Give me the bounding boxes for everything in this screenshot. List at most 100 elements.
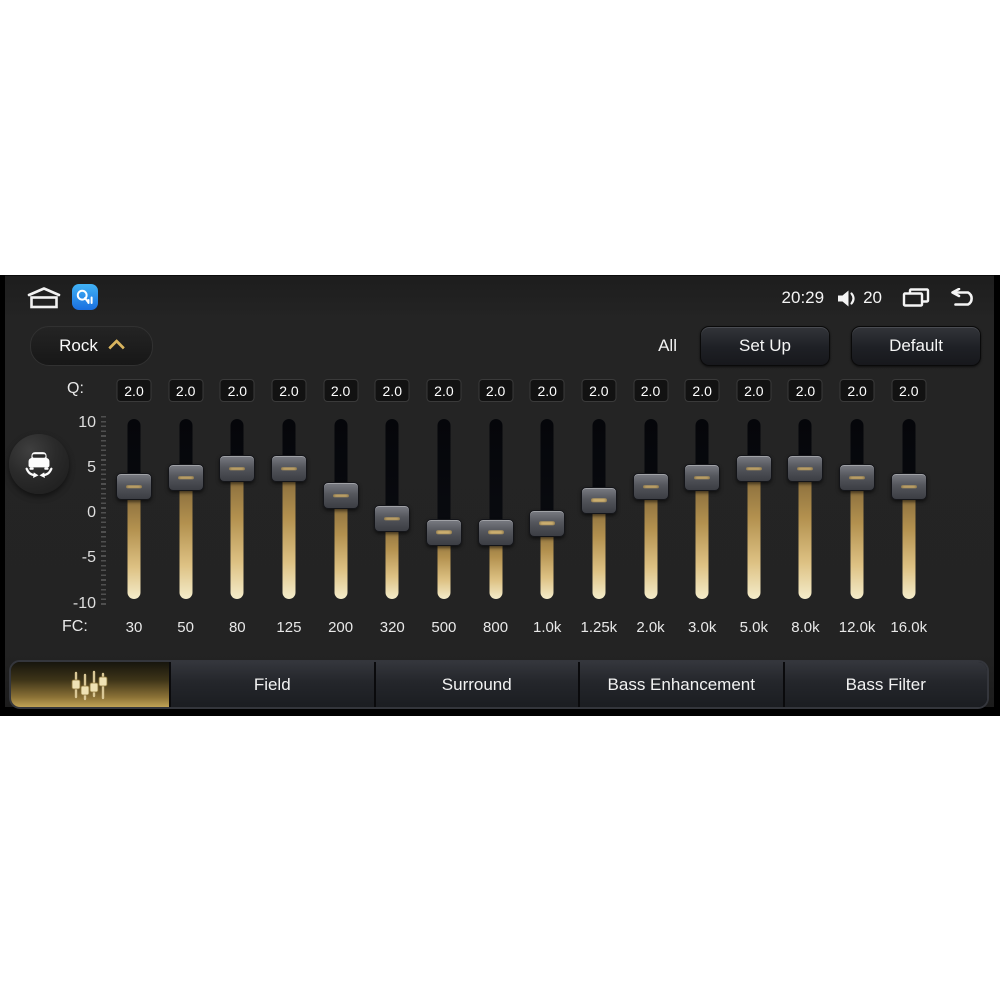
q-value-chip[interactable]: 2.0 bbox=[168, 379, 204, 402]
gain-slider[interactable] bbox=[839, 419, 876, 599]
slider-fill bbox=[798, 467, 812, 599]
slider-handle[interactable] bbox=[839, 464, 876, 492]
handle-dash-icon bbox=[384, 516, 401, 521]
tab-equalizer[interactable] bbox=[11, 662, 169, 707]
preset-dropdown[interactable]: Rock bbox=[30, 326, 153, 366]
gain-slider[interactable] bbox=[219, 419, 256, 599]
eq-band-2.0k: 2.0 2.0k bbox=[625, 379, 677, 641]
status-bar: 20:29 20 bbox=[0, 281, 1000, 315]
q-value-chip[interactable]: 2.0 bbox=[633, 379, 668, 402]
q-value-chip[interactable]: 2.0 bbox=[529, 379, 565, 402]
q-value-chip[interactable]: 2.0 bbox=[736, 379, 772, 402]
band-frequency-label: 500 bbox=[431, 619, 457, 636]
gain-tick-ruler bbox=[101, 416, 106, 606]
default-button[interactable]: Default bbox=[851, 326, 981, 366]
eq-band-320: 2.0 320 bbox=[366, 379, 418, 641]
fc-row-label: FC: bbox=[62, 618, 88, 635]
gain-slider[interactable] bbox=[270, 419, 307, 599]
gain-slider[interactable] bbox=[529, 419, 566, 599]
eq-band-200: 2.0 200 bbox=[315, 379, 367, 641]
band-frequency-label: 12.0k bbox=[838, 619, 876, 636]
handle-dash-icon bbox=[435, 530, 452, 534]
home-icon[interactable] bbox=[24, 285, 64, 311]
handle-dash-icon bbox=[332, 494, 349, 498]
q-value-chip[interactable]: 2.0 bbox=[839, 379, 875, 402]
gain-slider[interactable] bbox=[374, 419, 411, 599]
band-frequency-label: 8.0k bbox=[791, 619, 820, 636]
scale-label--5: -5 bbox=[81, 549, 96, 567]
volume-level: 20 bbox=[863, 288, 882, 307]
tab-field[interactable]: Field bbox=[169, 662, 374, 707]
slider-handle[interactable] bbox=[116, 473, 152, 501]
slider-handle[interactable] bbox=[167, 464, 204, 492]
slider-fill bbox=[850, 476, 864, 599]
eq-band-3.0k: 2.0 3.0k bbox=[676, 379, 728, 641]
band-frequency-label: 1.25k bbox=[580, 619, 618, 636]
slider-handle[interactable] bbox=[219, 455, 256, 483]
gain-slider[interactable] bbox=[322, 419, 359, 599]
slider-handle[interactable] bbox=[890, 473, 927, 501]
handle-dash-icon bbox=[694, 476, 711, 480]
all-label[interactable]: All bbox=[658, 336, 679, 356]
handle-dash-icon bbox=[229, 467, 246, 471]
preset-label: Rock bbox=[59, 336, 98, 355]
handle-dash-icon bbox=[797, 467, 814, 471]
gain-slider[interactable] bbox=[116, 419, 152, 599]
q-value-chip[interactable]: 2.0 bbox=[478, 379, 514, 402]
q-value-chip[interactable]: 2.0 bbox=[323, 379, 359, 402]
slider-fill bbox=[747, 467, 761, 599]
q-row-label: Q: bbox=[67, 380, 84, 397]
tab-surround[interactable]: Surround bbox=[373, 662, 578, 707]
q-value-chip[interactable]: 2.0 bbox=[271, 379, 307, 402]
slider-handle[interactable] bbox=[322, 482, 359, 510]
slider-handle[interactable] bbox=[477, 518, 514, 546]
handle-dash-icon bbox=[642, 485, 659, 489]
tab-label: Surround bbox=[441, 674, 512, 694]
slider-handle[interactable] bbox=[684, 464, 721, 492]
tab-bass-filter[interactable]: Bass Filter bbox=[782, 662, 987, 707]
handle-dash-icon bbox=[590, 498, 607, 503]
q-value-chip[interactable]: 2.0 bbox=[891, 379, 927, 402]
scale-label--10: -10 bbox=[72, 594, 96, 612]
eq-band-1.25k: 2.0 1.25k bbox=[573, 379, 625, 641]
gain-slider[interactable] bbox=[632, 419, 669, 599]
gain-slider[interactable] bbox=[167, 419, 204, 599]
slider-handle[interactable] bbox=[529, 509, 566, 537]
q-value-chip[interactable]: 2.0 bbox=[116, 379, 152, 402]
gain-slider[interactable] bbox=[580, 419, 617, 599]
band-frequency-label: 125 bbox=[276, 619, 302, 636]
q-value-chip[interactable]: 2.0 bbox=[219, 379, 255, 402]
q-value-chip[interactable]: 2.0 bbox=[374, 379, 410, 402]
q-value-chip[interactable]: 2.0 bbox=[426, 379, 462, 402]
audio-app-icon[interactable] bbox=[72, 284, 98, 310]
q-value-chip[interactable]: 2.0 bbox=[684, 379, 720, 402]
eq-band-50: 2.0 50 bbox=[160, 379, 212, 641]
slider-fill bbox=[334, 494, 348, 599]
set-up-button[interactable]: Set Up bbox=[700, 326, 830, 366]
car-sound-field-icon[interactable] bbox=[9, 434, 69, 494]
slider-handle[interactable] bbox=[425, 518, 462, 546]
gain-slider[interactable] bbox=[787, 419, 824, 599]
gain-slider[interactable] bbox=[477, 419, 514, 599]
slider-handle[interactable] bbox=[735, 455, 772, 483]
gain-slider[interactable] bbox=[425, 419, 462, 599]
handle-dash-icon bbox=[280, 467, 297, 471]
slider-handle[interactable] bbox=[580, 486, 617, 514]
back-arrow-icon[interactable] bbox=[948, 288, 978, 308]
slider-handle[interactable] bbox=[632, 473, 669, 501]
slider-handle[interactable] bbox=[270, 455, 307, 483]
tab-label: Bass Enhancement bbox=[607, 674, 755, 694]
q-value-chip[interactable]: 2.0 bbox=[787, 379, 823, 402]
band-frequency-label: 3.0k bbox=[687, 619, 717, 636]
speaker-icon[interactable] bbox=[836, 289, 858, 308]
slider-handle[interactable] bbox=[787, 455, 824, 483]
gain-slider[interactable] bbox=[735, 419, 772, 599]
q-value-chip[interactable]: 2.0 bbox=[581, 379, 617, 402]
recent-apps-icon[interactable] bbox=[902, 288, 930, 308]
tab-bass-enhancement[interactable]: Bass Enhancement bbox=[578, 662, 783, 707]
slider-fill bbox=[127, 485, 141, 599]
gain-slider[interactable] bbox=[684, 419, 721, 599]
slider-handle[interactable] bbox=[374, 505, 411, 533]
band-frequency-label: 16.0k bbox=[890, 619, 928, 636]
gain-slider[interactable] bbox=[890, 419, 927, 599]
